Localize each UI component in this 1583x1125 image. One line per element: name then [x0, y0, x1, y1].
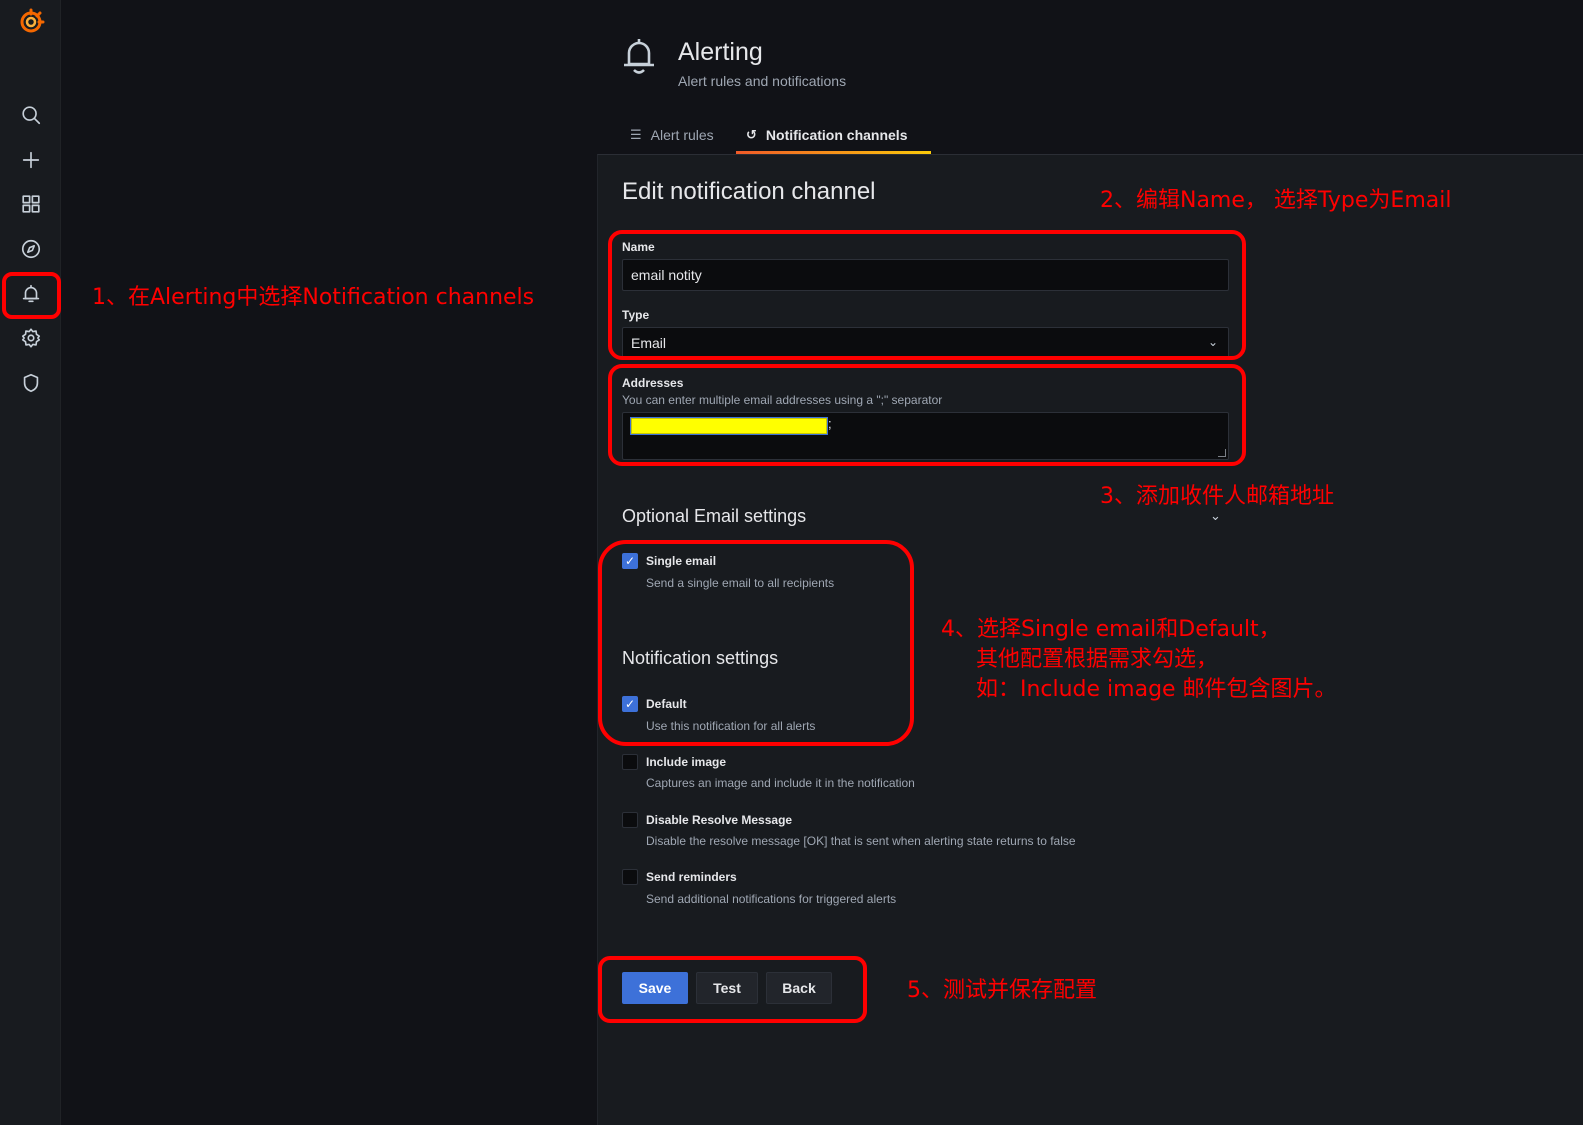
annotation-box-buttons	[598, 956, 867, 1023]
tab-label: Alert rules	[650, 127, 714, 143]
annotation-text-4: 4、选择Single email和Default， 其他配置根据需求勾选， 如：…	[941, 617, 1337, 702]
gear-icon[interactable]	[0, 318, 61, 358]
compass-icon[interactable]	[0, 229, 61, 269]
page-header: Alerting Alert rules and notifications	[620, 34, 846, 89]
plus-icon[interactable]	[0, 140, 61, 180]
annotation-text-5: 5、测试并保存配置	[907, 978, 1097, 1003]
send-reminders-label: Send reminders	[646, 870, 737, 884]
shield-icon[interactable]	[0, 363, 61, 403]
disable-resolve-checkbox[interactable]	[622, 812, 638, 828]
page-title: Alerting	[678, 38, 763, 66]
form-heading: Edit notification channel	[622, 178, 876, 205]
dashboards-icon[interactable]	[0, 184, 61, 224]
tab-notification-channels[interactable]: ↺ Notification channels	[736, 118, 931, 154]
annotation-box-options	[598, 540, 914, 746]
annotation-box-addresses	[608, 364, 1246, 466]
page-subtitle: Alert rules and notifications	[678, 73, 847, 89]
search-icon[interactable]	[0, 95, 61, 135]
annotation-text-1: 1、在Alerting中选择Notification channels	[92, 285, 535, 310]
annotation-box-sidebar	[2, 272, 61, 319]
include-image-description: Captures an image and include it in the …	[646, 776, 915, 790]
disable-resolve-description: Disable the resolve message [OK] that is…	[646, 834, 1076, 848]
include-image-label: Include image	[646, 755, 727, 769]
send-reminders-description: Send additional notifications for trigge…	[646, 892, 897, 906]
grafana-logo-icon[interactable]	[0, 2, 61, 42]
bell-icon	[620, 34, 658, 83]
list-icon: ☰	[630, 127, 642, 142]
tab-bar: ☰ Alert rules ↺ Notification channels	[620, 118, 931, 154]
tab-alert-rules[interactable]: ☰ Alert rules	[620, 118, 736, 152]
annotation-text-3: 3、添加收件人邮箱地址	[1100, 484, 1334, 509]
tab-label: Notification channels	[765, 127, 908, 143]
annotation-text-2: 2、编辑Name， 选择Type为Email	[1100, 188, 1452, 213]
disable-resolve-label: Disable Resolve Message	[646, 813, 793, 827]
include-image-checkbox[interactable]	[622, 754, 638, 770]
annotation-box-name-type	[608, 230, 1246, 360]
comment-alt-share-icon: ↺	[746, 127, 757, 142]
sidebar	[0, 0, 61, 1125]
optional-email-settings-heading[interactable]: Optional Email settings	[622, 506, 806, 527]
send-reminders-checkbox[interactable]	[622, 869, 638, 885]
